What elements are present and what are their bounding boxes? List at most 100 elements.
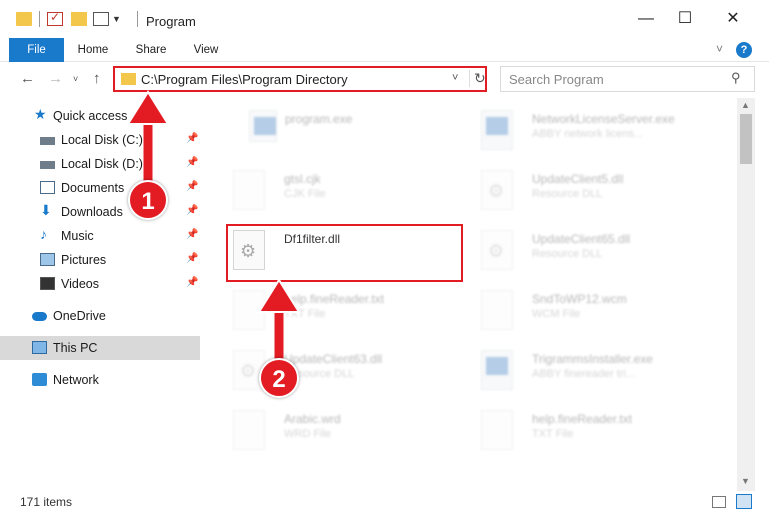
separator	[39, 11, 40, 27]
file-item[interactable]: help.fineReader.txt TXT File	[457, 404, 707, 462]
separator	[137, 11, 138, 27]
file-item[interactable]: TrigrammsInstaller.exe ABBY finereader t…	[457, 344, 707, 402]
scroll-up-arrow-icon[interactable]: ▲	[741, 100, 750, 110]
tab-share[interactable]: Share	[128, 38, 174, 62]
sidebar-item-pictures[interactable]: Pictures 📌	[0, 248, 200, 272]
sidebar-item-local-disk-c[interactable]: Local Disk (C:) 📌	[0, 128, 200, 152]
sidebar-item-label: Videos	[61, 277, 99, 291]
details-view-icon[interactable]	[712, 496, 726, 508]
pictures-icon	[40, 253, 55, 266]
folder-icon	[121, 73, 136, 85]
file-type: TXT File	[284, 308, 326, 320]
sidebar-item-local-disk-d[interactable]: Local Disk (D:) 📌	[0, 152, 200, 176]
tab-home[interactable]: Home	[70, 38, 116, 62]
quick-access-properties-icon[interactable]	[93, 12, 109, 26]
address-path[interactable]: C:\Program Files\Program Directory	[141, 72, 348, 87]
file-item[interactable]: NetworkLicenseServer.exe ABBY network li…	[457, 104, 707, 162]
scroll-thumb[interactable]	[740, 114, 752, 164]
sidebar-item-label: Music	[61, 229, 94, 243]
title-bar: ▼ Program — ☐ ✕	[0, 0, 769, 38]
search-placeholder[interactable]: Search Program	[509, 72, 604, 87]
search-input[interactable]: Search Program ⚲	[500, 66, 755, 92]
pin-icon[interactable]: 📌	[186, 157, 198, 168]
exe-file-icon	[481, 110, 513, 150]
file-name: UpdateClient5.dll	[532, 172, 624, 186]
generic-file-icon	[233, 170, 265, 210]
file-item[interactable]: help.fineReader.txt TXT File	[209, 284, 459, 342]
file-type: ABBY finereader tri...	[532, 368, 636, 380]
scroll-down-arrow-icon[interactable]: ▼	[741, 476, 750, 486]
dll-gear-file-icon	[481, 170, 513, 210]
navigation-bar: ← → ˅ ↑ C:\Program Files\Program Directo…	[0, 62, 769, 98]
sidebar-item-this-pc[interactable]: This PC	[0, 336, 200, 360]
sidebar-item-label: OneDrive	[53, 309, 106, 323]
close-button[interactable]: ✕	[710, 0, 756, 38]
sidebar-item-label: Network	[53, 373, 99, 387]
file-item[interactable]: UpdateClient65.dll Resource DLL	[457, 224, 707, 282]
file-type: ABBY network licens...	[532, 128, 644, 140]
network-icon	[32, 373, 47, 386]
help-icon[interactable]: ?	[736, 42, 752, 58]
tab-file[interactable]: File	[9, 38, 64, 62]
drive-icon	[40, 161, 55, 169]
customize-toolbar-chevron-icon[interactable]: ▼	[112, 14, 121, 24]
pc-icon	[32, 341, 47, 354]
sidebar-item-videos[interactable]: Videos 📌	[0, 272, 200, 296]
tab-view[interactable]: View	[186, 38, 226, 62]
status-bar: 171 items	[0, 491, 769, 530]
sidebar-item-label: Downloads	[61, 205, 123, 219]
file-name: NetworkLicenseServer.exe	[532, 112, 675, 126]
file-item[interactable]: UpdateClient5.dll Resource DLL	[457, 164, 707, 222]
pin-icon[interactable]: 📌	[186, 229, 198, 240]
search-icon[interactable]: ⚲	[731, 70, 741, 86]
file-name: UpdateClient65.dll	[532, 232, 631, 246]
properties-check-icon[interactable]	[47, 10, 63, 26]
refresh-icon[interactable]: ↻	[469, 70, 486, 87]
pin-icon[interactable]: 📌	[186, 133, 198, 144]
file-name: gtsl.cjk	[284, 172, 321, 186]
file-item[interactable]: SndToWP12.wcm WCM File	[457, 284, 707, 342]
sidebar-item-label: Local Disk (D:)	[61, 157, 143, 171]
file-type: CJK File	[284, 188, 326, 200]
videos-icon	[40, 277, 55, 290]
back-arrow-icon[interactable]: ←	[20, 70, 35, 87]
folder-icon	[16, 12, 32, 26]
star-icon: ★	[34, 106, 47, 122]
pin-icon[interactable]: 📌	[186, 253, 198, 264]
pin-icon[interactable]: 📌	[186, 205, 198, 216]
generic-file-icon	[233, 290, 265, 330]
download-icon: ⬇	[40, 202, 52, 218]
pin-icon[interactable]: 📌	[186, 181, 198, 192]
file-type: TXT File	[532, 428, 574, 440]
drive-icon	[40, 137, 55, 145]
highlight-box-df1filter	[226, 224, 463, 282]
navigation-pane: ★ Quick access Local Disk (C:) 📌 Local D…	[0, 98, 205, 491]
file-item[interactable]: gtsl.cjk CJK File	[209, 164, 459, 222]
up-arrow-icon[interactable]: ↑	[93, 70, 101, 87]
generic-file-icon	[481, 290, 513, 330]
sidebar-item-documents[interactable]: Documents 📌	[0, 176, 200, 200]
vertical-scrollbar[interactable]: ▲ ▼	[737, 98, 755, 491]
sidebar-item-onedrive[interactable]: OneDrive	[0, 304, 200, 328]
maximize-button[interactable]: ☐	[662, 0, 708, 38]
step-1-badge: 1	[128, 180, 168, 220]
sidebar-item-quick-access[interactable]: ★ Quick access	[0, 104, 200, 128]
file-item[interactable]: Arabic.wrd WRD File	[209, 404, 459, 462]
pin-icon[interactable]: 📌	[186, 277, 198, 288]
recent-locations-chevron-icon[interactable]: ˅	[73, 74, 78, 84]
large-icons-view-icon[interactable]	[736, 494, 752, 509]
file-item[interactable]: UpdateClient63.dll Resource DLL	[209, 344, 459, 402]
address-bar[interactable]: C:\Program Files\Program Directory ˅ ↻	[113, 66, 487, 92]
sidebar-item-label: This PC	[53, 341, 98, 355]
file-name: SndToWP12.wcm	[532, 292, 627, 306]
forward-arrow-icon[interactable]: →	[48, 70, 63, 87]
new-folder-icon[interactable]	[71, 12, 87, 26]
expand-ribbon-chevron-icon[interactable]: ˅	[716, 42, 723, 56]
sidebar-item-network[interactable]: Network	[0, 368, 200, 392]
documents-icon	[40, 181, 55, 194]
generic-file-icon	[481, 410, 513, 450]
file-item[interactable]: program.exe	[225, 104, 475, 162]
sidebar-item-downloads[interactable]: ⬇ Downloads 📌	[0, 200, 200, 224]
address-dropdown-chevron-icon[interactable]: ˅	[452, 72, 458, 84]
sidebar-item-music[interactable]: ♪ Music 📌	[0, 224, 200, 248]
